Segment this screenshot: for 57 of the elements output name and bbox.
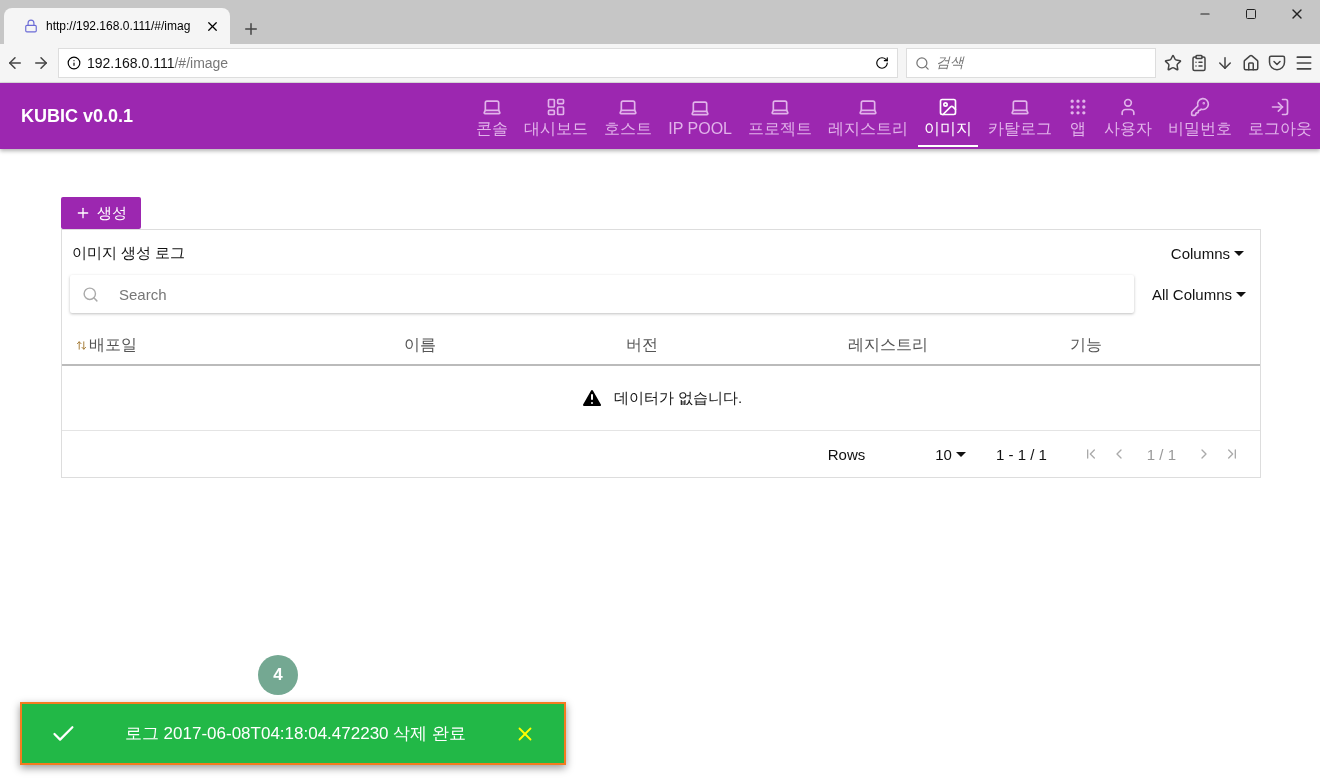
nav-tab[interactable]: 콘솔 — [470, 85, 515, 147]
rows-per-page-dropdown[interactable]: 10 — [929, 444, 972, 464]
tab-title: http://192.168.0.111/#/imag — [46, 19, 192, 33]
logout-icon — [1270, 96, 1290, 117]
download-icon[interactable] — [1216, 54, 1234, 72]
info-icon — [67, 56, 81, 70]
search-icon — [915, 55, 930, 71]
column-header[interactable]: 이름 — [394, 335, 616, 356]
step-badge: 4 — [258, 655, 298, 695]
nav-tab[interactable]: 대시보드 — [518, 85, 595, 147]
plus-icon — [75, 205, 91, 221]
toast-message: 로그 2017-06-08T04:18:04.472230 삭제 완료 — [124, 723, 466, 745]
url-host: 192.168.0.111 — [87, 55, 175, 71]
nav-tab[interactable]: 카탈로그 — [982, 85, 1058, 147]
nav-tab[interactable]: 비밀번호 — [1162, 85, 1238, 147]
reload-icon[interactable] — [875, 56, 889, 70]
app-title: KUBIC v0.0.1 — [21, 105, 135, 127]
table-title: 이미지 생성 로그 — [72, 244, 186, 263]
web-search-field[interactable]: 검색 — [906, 48, 1156, 78]
url-path: /#/image — [174, 55, 230, 71]
user-icon — [1118, 96, 1138, 117]
new-tab-icon[interactable] — [242, 20, 260, 38]
nav-tab[interactable]: 앱 — [1062, 85, 1094, 147]
nav-tab[interactable]: 레지스트리 — [822, 85, 914, 147]
menu-icon[interactable] — [1294, 53, 1314, 73]
search-placeholder: 검색 — [936, 54, 964, 72]
column-header[interactable]: 버전 — [616, 335, 838, 356]
laptop-icon — [690, 98, 711, 118]
create-button[interactable]: 생성 — [61, 197, 141, 229]
clipboard-icon[interactable] — [1190, 54, 1208, 72]
address-bar[interactable]: 192.168.0.111/#/image — [58, 48, 898, 78]
maximize-icon[interactable] — [1245, 8, 1257, 20]
column-header[interactable]: 배포일 — [76, 335, 394, 356]
key-icon — [1190, 96, 1210, 117]
pocket-icon[interactable] — [1268, 54, 1286, 72]
nav-tab[interactable]: 프로젝트 — [742, 85, 818, 147]
nav-tab[interactable]: 호스트 — [598, 85, 659, 147]
column-header[interactable]: 레지스트리 — [838, 335, 1060, 356]
back-icon[interactable] — [6, 54, 24, 72]
nav-tab[interactable]: 사용자 — [1098, 85, 1158, 147]
empty-message: 데이터가 없습니다. — [613, 388, 743, 408]
page-indicator: 1 / 1 — [1145, 445, 1177, 463]
column-header[interactable]: 기능 — [1060, 335, 1260, 356]
range-text: 1 - 1 / 1 — [995, 445, 1047, 463]
nav-tab[interactable]: IP POOL — [662, 85, 738, 147]
dashboard-icon — [546, 96, 567, 117]
nav-tab[interactable]: 로그아웃 — [1242, 85, 1318, 147]
search-icon — [82, 285, 99, 303]
filter-dropdown[interactable]: All Columns — [1145, 284, 1252, 304]
home-icon[interactable] — [1242, 54, 1260, 72]
image-icon — [938, 96, 958, 117]
rows-label: Rows — [827, 445, 866, 463]
forward-icon[interactable] — [32, 54, 50, 72]
browser-tab[interactable]: http://192.168.0.111/#/imag — [4, 8, 230, 44]
columns-dropdown[interactable]: Columns — [1164, 244, 1250, 263]
star-icon[interactable] — [1164, 54, 1182, 72]
nav-tab[interactable]: 이미지 — [918, 85, 978, 147]
